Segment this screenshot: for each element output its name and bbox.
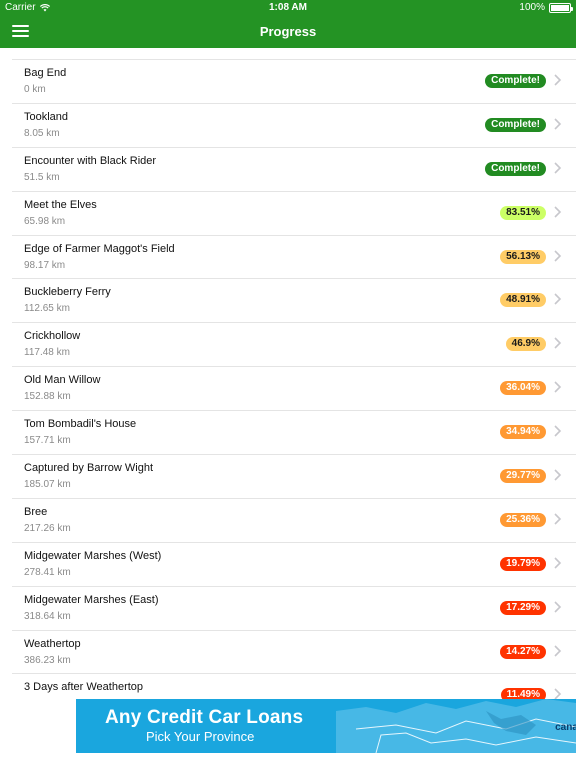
list-item[interactable]: Midgewater Marshes (East) 318.64 km 17.29% (12, 587, 576, 631)
chevron-right-icon (554, 249, 562, 262)
item-distance: 65.98 km (24, 215, 66, 227)
item-distance: 112.65 km (24, 303, 70, 315)
item-name: Weathertop (24, 637, 81, 650)
item-distance: 386.23 km (24, 654, 71, 666)
progress-badge: 34.94% (500, 425, 546, 440)
chevron-right-icon (554, 645, 562, 657)
progress-badge: Complete! (485, 74, 546, 88)
list-item[interactable]: Meet the Elves 65.98 km 83.51% (12, 192, 576, 236)
ad-brand: canad (555, 722, 576, 733)
item-name: Bag End (24, 67, 67, 79)
progress-badge: 29.77% (500, 469, 546, 484)
map-graphic (336, 699, 576, 753)
chevron-right-icon (554, 118, 562, 130)
nav-bar: Progress (0, 16, 576, 48)
status-time: 1:08 AM (269, 2, 307, 13)
progress-badge: 25.36% (500, 512, 546, 527)
chevron-right-icon (554, 206, 562, 218)
list-item[interactable]: Encounter with Black Rider 51.5 km Complet… (12, 148, 576, 192)
item-distance: 318.64 km (24, 610, 71, 622)
list-item[interactable]: Crickhollow 117.48 km 46.9% (12, 323, 576, 368)
ad-subheadline: Pick Your Province (146, 729, 255, 744)
chevron-right-icon (554, 601, 562, 613)
item-distance: 217.26 km (24, 522, 71, 534)
progress-badge: 83.51% (500, 205, 546, 220)
chevron-right-icon (554, 74, 562, 86)
list-item[interactable]: Old Man Willow 152.88 km 36.04% (12, 367, 576, 412)
list-item[interactable]: Captured by Barrow Wight 185.07 km 29.77% (12, 455, 576, 499)
progress-badge: 19.79% (500, 556, 546, 571)
chevron-right-icon (554, 469, 562, 481)
chevron-right-icon (554, 557, 562, 569)
progress-badge: 14.27% (500, 644, 546, 659)
list-item[interactable]: Bag End 0 km Complete! (12, 60, 576, 104)
item-name: Tookland (24, 110, 69, 123)
list-item[interactable]: Tookland 8.05 km Complete! (12, 104, 576, 148)
battery-icon (549, 2, 573, 13)
item-distance: 8.05 km (24, 127, 60, 139)
item-name: Encounter with Black Rider (24, 154, 157, 167)
item-distance: 185.07 km (24, 479, 71, 491)
progress-badge: 56.13% (500, 249, 546, 264)
status-bar: Carrier 1:08 AM 100% (0, 0, 576, 16)
list-item[interactable]: Weathertop 386.23 km 14.27% (12, 631, 576, 675)
list-item[interactable]: Tom Bombadil's House 157.71 km 34.94% (12, 411, 576, 456)
chevron-right-icon (554, 293, 562, 306)
chevron-right-icon (554, 425, 562, 437)
progress-badge: 48.91% (500, 293, 546, 308)
item-distance: 0 km (24, 84, 46, 95)
item-name: Edge of Farmer Maggot's Field (24, 242, 175, 255)
chevron-right-icon (554, 381, 562, 393)
item-name: Tom Bombadil's House (24, 418, 137, 431)
status-right: 100% (519, 2, 573, 13)
list-item[interactable]: Buckleberry Ferry 112.65 km 48.91% (12, 279, 576, 324)
item-distance: 98.17 km (24, 259, 66, 271)
item-name: Bree (24, 505, 48, 518)
item-distance: 117.48 km (24, 347, 70, 359)
progress-badge: 46.9% (505, 337, 546, 352)
item-distance: 51.5 km (24, 171, 60, 183)
item-name: Meet the Elves (24, 198, 97, 211)
item-name: 3 Days after Weathertop (24, 681, 144, 694)
bottom-strip (0, 753, 576, 768)
page-title: Progress (259, 24, 317, 39)
chevron-right-icon (554, 337, 562, 349)
chevron-right-icon (554, 513, 562, 525)
item-name: Captured by Barrow Wight (24, 462, 153, 475)
list-item[interactable]: Bree 217.26 km 25.36% (12, 499, 576, 543)
progress-badge: 17.29% (500, 600, 546, 615)
progress-badge: Complete! (485, 161, 546, 176)
ad-headline: Any Credit Car Loans (105, 707, 304, 728)
item-distance: 157.71 km (24, 435, 71, 447)
list-item[interactable]: 3 Days after Weathertop 11.49% (12, 674, 576, 699)
battery-percent: 100% (519, 2, 545, 13)
item-name: Old Man Willow (24, 374, 101, 387)
progress-badge: 11.49% (500, 688, 546, 699)
item-name: Buckleberry Ferry (24, 286, 111, 299)
item-distance: 278.41 km (24, 566, 71, 578)
item-distance: 152.88 km (24, 391, 71, 403)
item-name: Crickhollow (24, 330, 81, 343)
list-item[interactable]: Edge of Farmer Maggot's Field 98.17 km 56.… (12, 236, 576, 280)
chevron-right-icon (554, 688, 562, 699)
progress-badge: Complete! (485, 117, 546, 132)
item-name: Midgewater Marshes (West) (24, 549, 162, 562)
list-item[interactable]: Midgewater Marshes (West) 278.41 km 19.79% (12, 543, 576, 587)
progress-badge: 36.04% (500, 381, 546, 396)
chevron-right-icon (554, 162, 562, 174)
list-top-divider (12, 48, 576, 60)
progress-list[interactable]: Bag End 0 km Complete! Tookland 8.05 km Compl… (0, 48, 576, 699)
ad-banner[interactable]: Any Credit Car Loans Pick Your Province … (76, 699, 576, 753)
item-name: Midgewater Marshes (East) (24, 593, 159, 606)
